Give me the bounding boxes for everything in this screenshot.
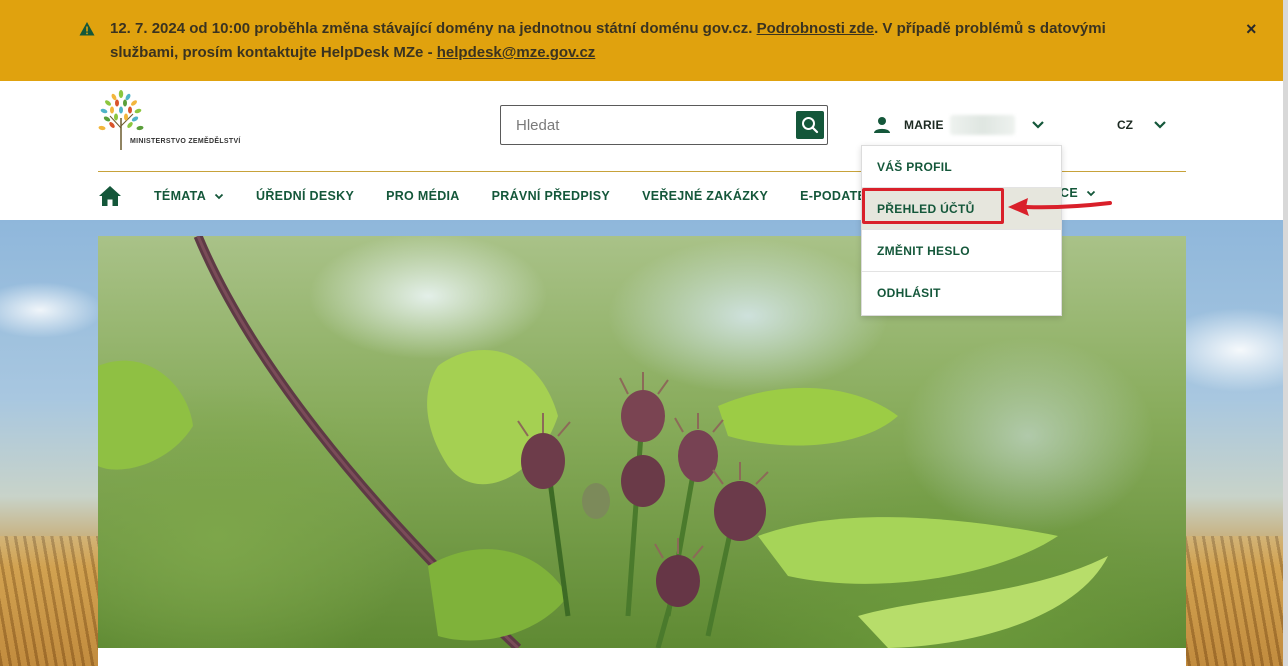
chevron-down-icon xyxy=(214,193,224,199)
nav-label: PRÁVNÍ PŘEDPISY xyxy=(491,189,611,203)
ministry-logo[interactable]: MINISTERSTVO ZEMĚDĚLSTVÍ xyxy=(98,88,258,152)
details-link[interactable]: Podrobnosti zde xyxy=(757,20,875,37)
language-switcher[interactable]: CZ xyxy=(1117,114,1167,136)
search-input[interactable] xyxy=(501,106,791,144)
nav-item-pravni-predpisy[interactable]: PRÁVNÍ PŘEDPISY xyxy=(492,189,610,203)
chevron-down-icon xyxy=(1031,121,1044,129)
nav-item-temata[interactable]: TÉMATA xyxy=(154,189,224,203)
menu-item-change-password[interactable]: ZMĚNIT HESLO xyxy=(862,230,1061,272)
nav-item-verejne-zakazky[interactable]: VEŘEJNÉ ZAKÁZKY xyxy=(642,189,768,203)
nav-label: PRO MÉDIA xyxy=(386,189,460,203)
search-button[interactable] xyxy=(796,111,824,139)
annotation-highlight-box xyxy=(862,188,1004,224)
logo-text: MINISTERSTVO ZEMĚDĚLSTVÍ xyxy=(130,138,241,145)
user-icon xyxy=(874,117,890,133)
blurred-surname xyxy=(949,115,1015,135)
main-nav: TÉMATA ÚŘEDNÍ DESKY PRO MÉDIA PRÁVNÍ PŘE… xyxy=(98,184,966,208)
user-dropdown-menu: VÁŠ PROFIL PŘEHLED ÚČTŮ ZMĚNIT HESLO ODH… xyxy=(861,145,1062,316)
language-code: CZ xyxy=(1117,118,1133,132)
helpdesk-email-link[interactable]: helpdesk@mze.gov.cz xyxy=(437,44,596,61)
notice-banner: 12. 7. 2024 od 10:00 proběhla změna stáv… xyxy=(0,0,1283,81)
menu-item-profile[interactable]: VÁŠ PROFIL xyxy=(862,146,1061,188)
content-panel-edge xyxy=(98,648,1186,666)
user-name: MARIE xyxy=(904,118,944,132)
nav-item-uredni-desky[interactable]: ÚŘEDNÍ DESKY xyxy=(256,189,354,203)
search-icon xyxy=(802,117,819,134)
chevron-down-icon xyxy=(1154,121,1166,129)
page-scrollbar[interactable] xyxy=(1283,0,1288,666)
nav-label: TÉMATA xyxy=(154,189,207,203)
menu-item-label: ODHLÁSIT xyxy=(877,286,941,300)
warning-icon xyxy=(79,22,95,36)
home-icon[interactable] xyxy=(98,184,122,208)
menu-item-label: VÁŠ PROFIL xyxy=(877,159,953,174)
close-icon[interactable]: × xyxy=(1246,18,1257,40)
nav-label: ÚŘEDNÍ DESKY xyxy=(256,189,355,203)
nav-item-pro-media[interactable]: PRO MÉDIA xyxy=(386,189,460,203)
nav-label: VEŘEJNÉ ZAKÁZKY xyxy=(642,189,769,203)
menu-item-logout[interactable]: ODHLÁSIT xyxy=(862,272,1061,314)
search-box xyxy=(500,105,828,145)
notice-text-before: 12. 7. 2024 od 10:00 proběhla změna stáv… xyxy=(110,20,757,37)
user-menu-toggle[interactable]: MARIE xyxy=(873,114,1045,136)
notice-text: 12. 7. 2024 od 10:00 proběhla změna stáv… xyxy=(110,17,1170,65)
menu-item-label: ZMĚNIT HESLO xyxy=(877,243,970,258)
annotation-arrow-icon xyxy=(1008,198,1112,216)
